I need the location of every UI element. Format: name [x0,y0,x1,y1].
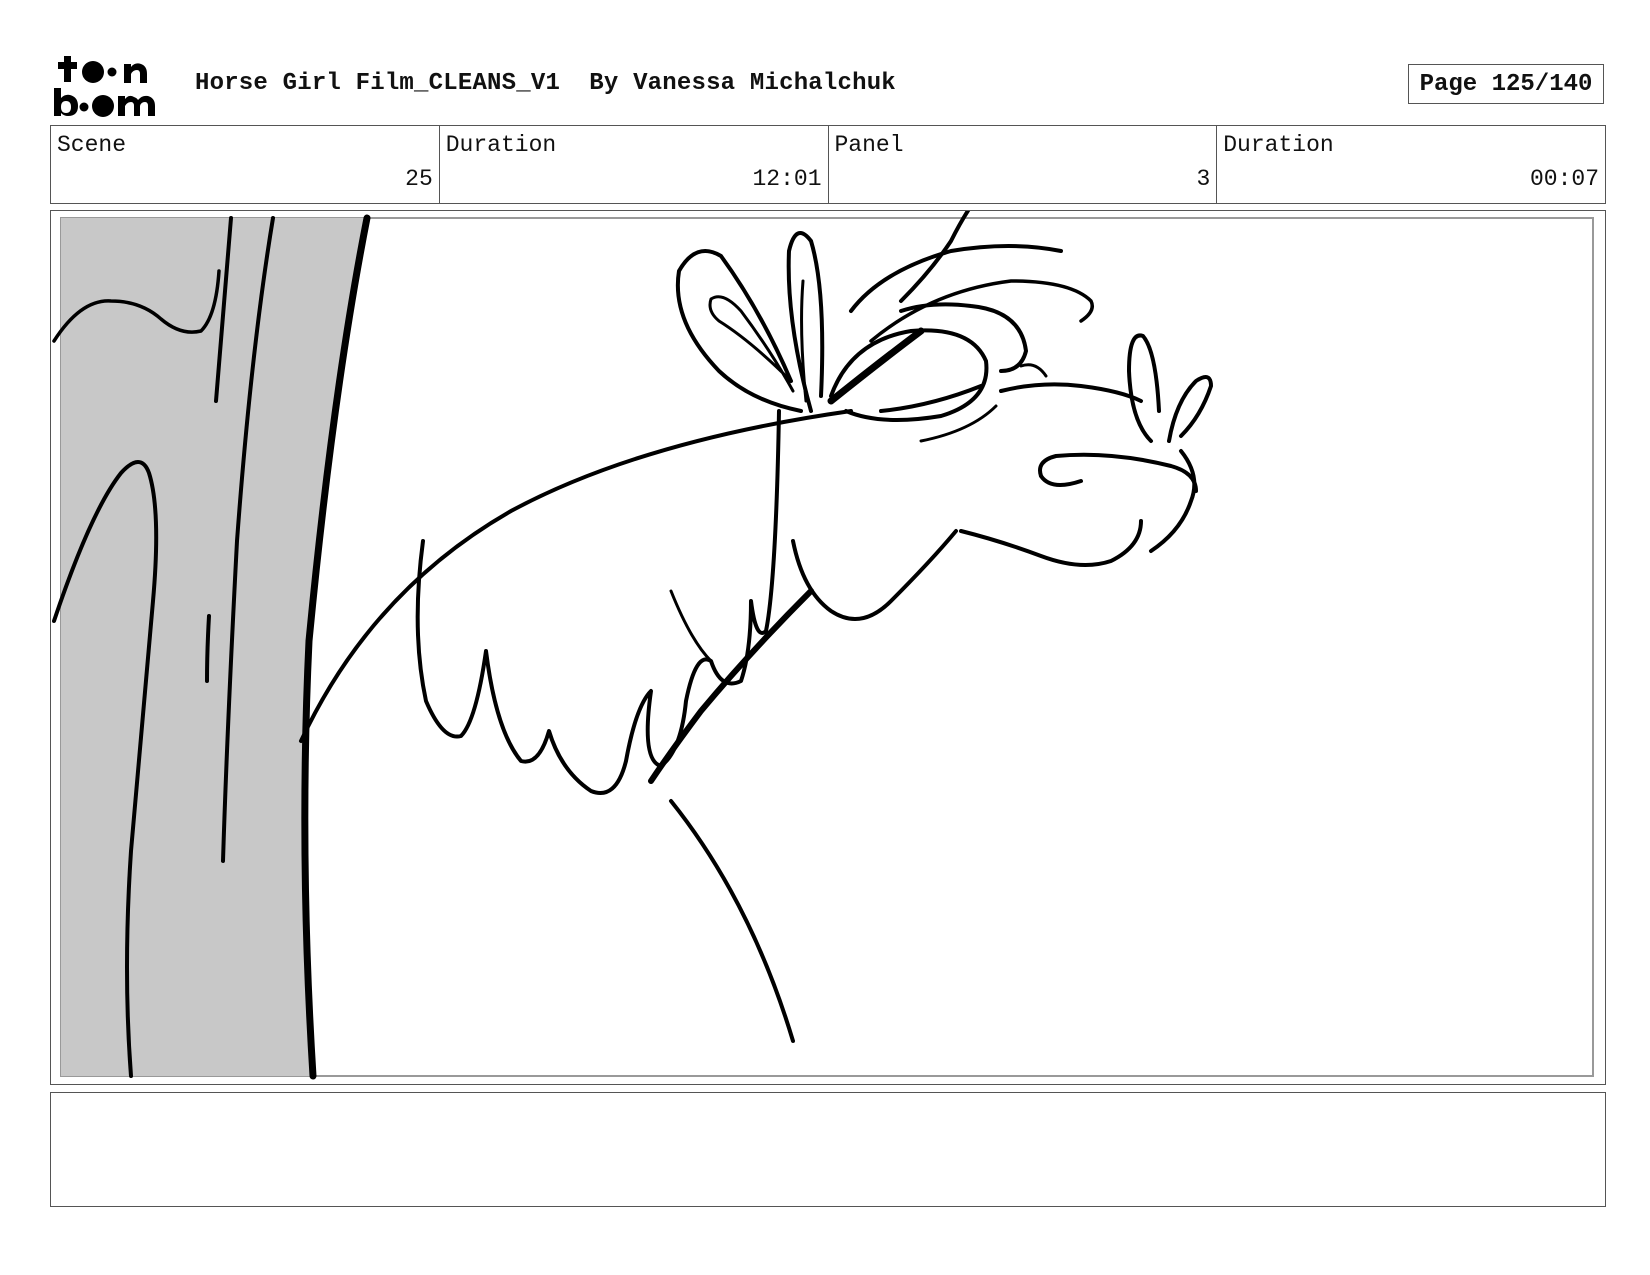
panel-info-row: Scene 25 Duration 12:01 Panel 3 Duration… [50,125,1606,204]
toon-boom-logo-icon [54,56,155,117]
toon-boom-logo [52,52,172,118]
scene-duration-value: 12:01 [752,166,822,192]
scene-label: Scene [57,132,127,158]
scene-duration-cell: Duration 12:01 [440,126,829,203]
panel-value: 3 [1196,166,1211,192]
panel-drawing [52,211,1594,1080]
panel-duration-label: Duration [1223,132,1334,158]
panel-notes-box[interactable] [50,1092,1606,1207]
scene-duration-label: Duration [445,132,557,158]
panel-cell: Panel 3 [829,126,1218,203]
scene-cell: Scene 25 [51,126,440,203]
panel-label: Panel [834,132,904,158]
page-number: Page 125/140 [1419,70,1593,98]
page-number-box: Page 125/140 [1408,64,1604,104]
storyboard-title: Horse Girl Film_CLEANS_V1 By Vanessa Mic… [195,70,896,97]
panel-duration-value: 00:07 [1529,166,1599,192]
panel-duration-cell: Duration 00:07 [1217,126,1605,203]
scene-value: 25 [405,166,433,192]
storyboard-panel [50,210,1606,1085]
tree-trunk [61,218,367,1076]
